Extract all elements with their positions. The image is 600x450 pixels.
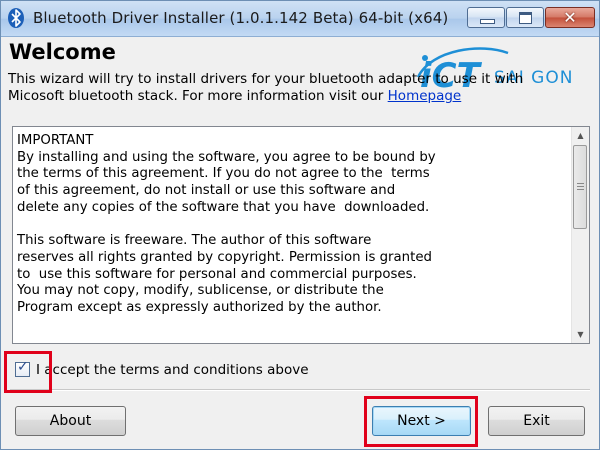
license-agreement-box[interactable]: IMPORTANT By installing and using the so…: [12, 126, 590, 344]
homepage-link[interactable]: Homepage: [388, 88, 462, 104]
scroll-down-arrow-icon[interactable]: ▼: [572, 326, 589, 343]
close-button[interactable]: ✕: [545, 7, 595, 28]
about-button[interactable]: About: [15, 406, 126, 436]
scroll-grip-line: [577, 183, 584, 184]
close-icon: ✕: [563, 8, 577, 27]
license-scrollbar[interactable]: ▲ ▼: [571, 127, 589, 343]
intro-text: This wizard will try to install drivers …: [8, 71, 568, 105]
window-title: Bluetooth Driver Installer (1.0.1.142 Be…: [33, 9, 449, 27]
wizard-content: Welcome iCT SAI GON This wizard will try…: [2, 37, 598, 449]
title-bar[interactable]: Bluetooth Driver Installer (1.0.1.142 Be…: [1, 1, 599, 37]
next-button-highlight-frame: [364, 396, 478, 447]
exit-button[interactable]: Exit: [488, 406, 585, 436]
installer-window: Bluetooth Driver Installer (1.0.1.142 Be…: [0, 0, 600, 450]
maximize-icon: [519, 12, 532, 24]
minimize-button[interactable]: [467, 7, 505, 28]
accept-terms-label[interactable]: I accept the terms and conditions above: [36, 362, 309, 378]
divider: [10, 389, 590, 391]
scroll-grip-line: [577, 189, 584, 190]
minimize-icon: [480, 19, 495, 24]
license-text: IMPORTANT By installing and using the so…: [17, 133, 436, 316]
scroll-grip-line: [577, 186, 584, 187]
scroll-thumb[interactable]: [573, 145, 587, 229]
page-title: Welcome: [9, 40, 116, 64]
maximize-button[interactable]: [506, 7, 544, 28]
scroll-up-arrow-icon[interactable]: ▲: [572, 127, 589, 144]
checkbox-highlight-frame: [4, 351, 52, 393]
bluetooth-icon: [8, 8, 24, 28]
